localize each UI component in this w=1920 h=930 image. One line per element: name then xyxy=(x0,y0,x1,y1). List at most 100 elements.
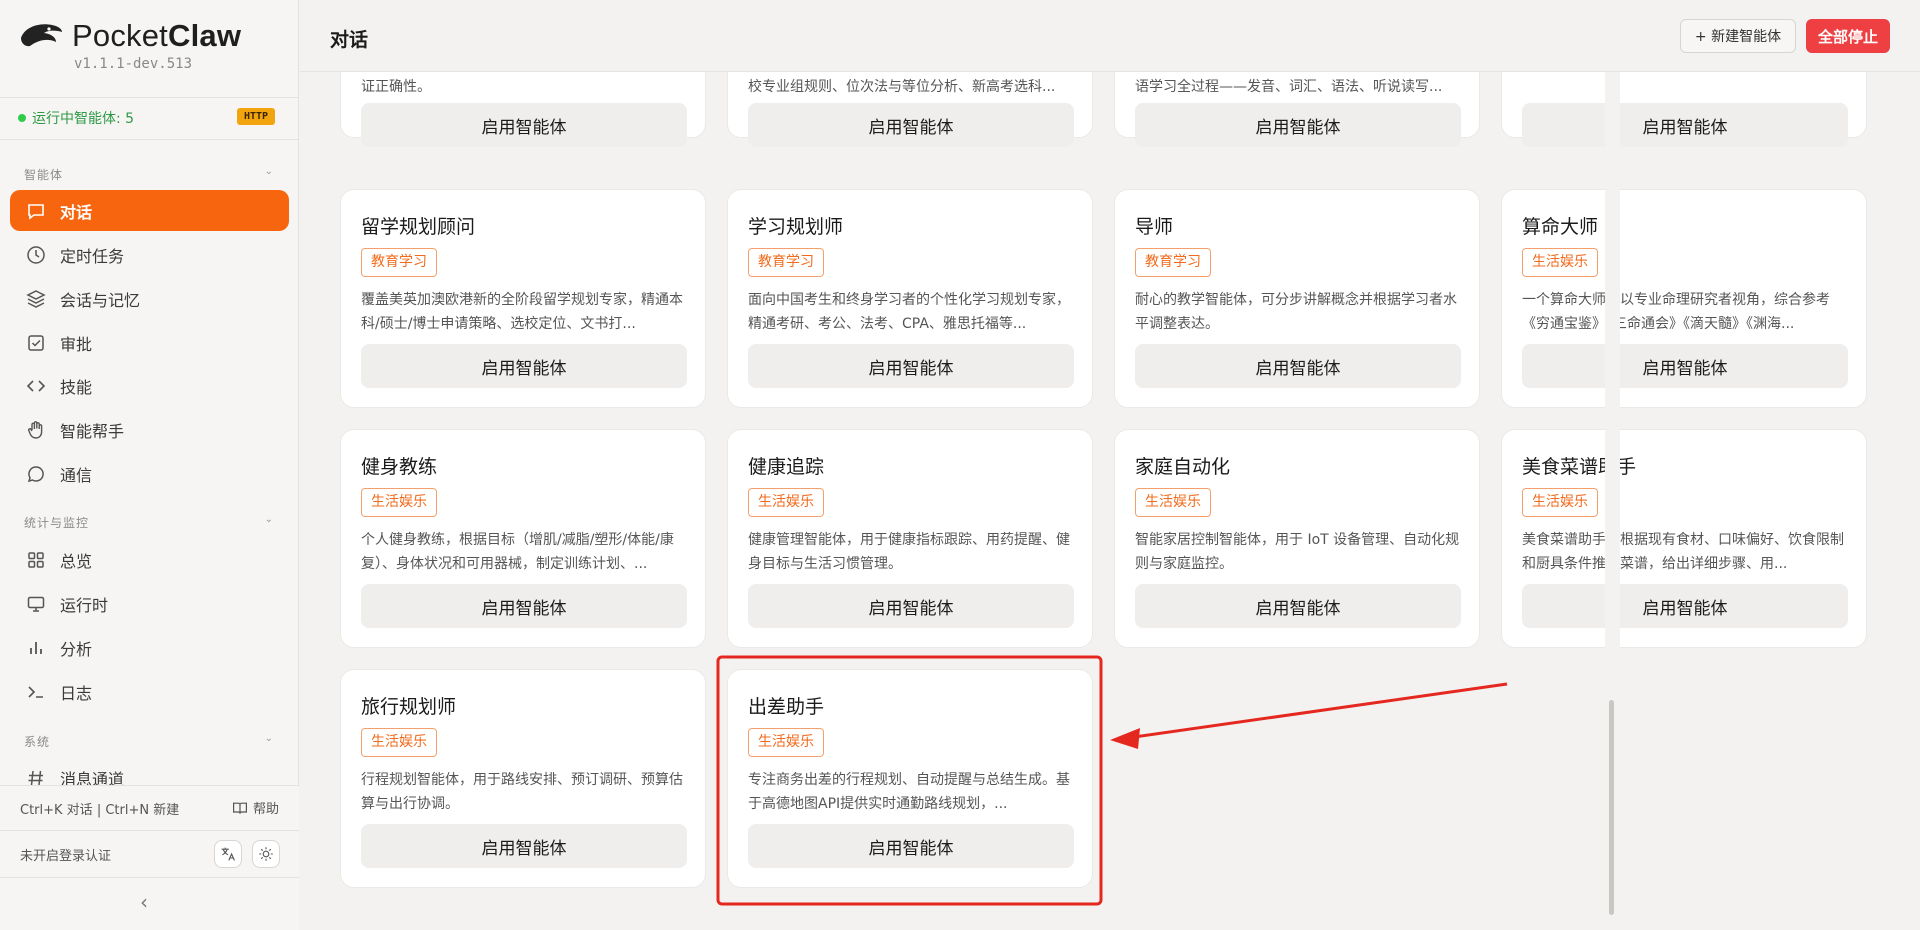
clock-icon xyxy=(27,245,45,264)
sidebar-item-analytics[interactable]: 分析 xyxy=(10,627,289,668)
category-tag: 生活娱乐 xyxy=(1135,488,1211,517)
card-description: 行程规划智能体，用于路线安排、预订调研、预算估算与出行协调。 xyxy=(361,772,683,812)
sidebar-item-skills[interactable]: 技能 xyxy=(10,365,289,406)
card-title: 算命大师 xyxy=(1522,216,1599,238)
section-label-system[interactable]: 系统 ⌄ xyxy=(24,733,274,750)
protocol-badge: HTTP xyxy=(237,108,276,125)
message-circle-icon xyxy=(27,465,44,482)
sidebar-item-smart-helper[interactable]: 智能帮手 xyxy=(10,409,289,450)
language-button[interactable] xyxy=(214,840,242,868)
enable-agent-button[interactable]: 启用智能体 xyxy=(1522,344,1848,388)
running-status: 运行中智能体: 5 xyxy=(18,108,134,128)
enable-agent-button[interactable]: 启用智能体 xyxy=(361,824,687,868)
enable-agent-button[interactable]: 启用智能体 xyxy=(1522,103,1848,147)
agent-card: 校专业组规则、位次法与等位分析、新高考选科... 启用智能体 xyxy=(727,72,1093,147)
card-description: 语学习全过程——发音、词汇、语法、听说读写... xyxy=(1135,79,1443,95)
new-agent-button[interactable]: + 新建智能体 xyxy=(1680,19,1796,53)
sidebar-item-label: 通信 xyxy=(60,465,93,485)
sidebar-item-overview[interactable]: 总览 xyxy=(10,539,289,580)
card-description: 美食菜谱助手，根据现有食材、口味偏好、饮食限制和厨具条件推荐菜谱，给出详细步骤、… xyxy=(1522,532,1844,572)
hand-icon xyxy=(28,420,43,439)
sidebar-item-label: 分析 xyxy=(60,639,93,659)
card-description: 面向中国考生和终身学习者的个性化学习规划专家，精通考研、考公、法考、CPA、雅思… xyxy=(748,292,1070,332)
section-label-stats[interactable]: 统计与监控 ⌄ xyxy=(24,514,274,531)
code-icon xyxy=(26,379,46,392)
agent-card: 健康追踪 生活娱乐 健康管理智能体，用于健康指标跟踪、用药提醒、健身目标与生活习… xyxy=(727,429,1093,648)
card-title: 出差助手 xyxy=(748,696,825,718)
category-tag: 教育学习 xyxy=(361,248,437,277)
help-link[interactable]: 帮助 xyxy=(232,798,279,817)
agent-card: 导师 教育学习 耐心的教学智能体，可分步讲解概念并根据学习者水平调整表达。 启用… xyxy=(1114,189,1480,408)
enable-agent-button[interactable]: 启用智能体 xyxy=(748,344,1074,388)
divider xyxy=(0,785,299,786)
sidebar-footer: Ctrl+K 对话 | Ctrl+N 新建 帮助 未开启登录认证 ‹ xyxy=(0,785,299,930)
chevron-down-icon: ⌄ xyxy=(264,733,274,744)
sun-icon xyxy=(259,847,273,861)
card-description: 一个算命大师，以专业命理研究者视角，综合参考《穷通宝鉴》《三命通会》《滴天髓》《… xyxy=(1522,292,1830,332)
sidebar-item-chat[interactable]: 对话 xyxy=(10,190,289,231)
card-description: 个人健身教练，根据目标（增肌/减脂/塑形/体能/康复）、身体状况和可用器械，制定… xyxy=(361,532,674,572)
category-tag: 教育学习 xyxy=(1135,248,1211,277)
bar-chart-icon xyxy=(30,641,42,654)
enable-agent-button[interactable]: 启用智能体 xyxy=(1135,344,1461,388)
brand-name: PocketClaw xyxy=(72,18,242,53)
agent-card: 证正确性。 启用智能体 xyxy=(340,72,706,147)
enable-agent-button[interactable]: 启用智能体 xyxy=(1135,584,1461,628)
enable-agent-button[interactable]: 启用智能体 xyxy=(361,103,687,147)
card-title: 健康追踪 xyxy=(748,456,825,478)
card-description: 健康管理智能体，用于健康指标跟踪、用药提醒、健身目标与生活习惯管理。 xyxy=(748,532,1070,572)
card-title: 健身教练 xyxy=(361,456,438,478)
agent-card: 健身教练 生活娱乐 个人健身教练，根据目标（增肌/减脂/塑形/体能/康复）、身体… xyxy=(340,429,706,648)
card-description: 证正确性。 xyxy=(361,79,431,95)
category-tag: 教育学习 xyxy=(748,248,824,277)
sidebar-item-scheduled-tasks[interactable]: 定时任务 xyxy=(10,234,289,275)
agent-card: 算命大师 生活娱乐 一个算命大师，以专业命理研究者视角，综合参考《穷通宝鉴》《三… xyxy=(1501,189,1867,408)
sidebar-item-approval[interactable]: 审批 xyxy=(10,322,289,363)
chat-icon xyxy=(28,203,44,220)
agent-card: 美食菜谱助手 生活娱乐 美食菜谱助手，根据现有食材、口味偏好、饮食限制和厨具条件… xyxy=(1501,429,1867,648)
card-title: 留学规划顾问 xyxy=(361,216,476,238)
enable-agent-button[interactable]: 启用智能体 xyxy=(361,344,687,388)
section-label-agents[interactable]: 智能体 ⌄ xyxy=(24,166,274,183)
agent-card: 启用智能体 xyxy=(1501,72,1867,147)
agent-grid: 证正确性。 启用智能体 校专业组规则、位次法与等位分析、新高考选科... 启用智… xyxy=(300,72,1905,930)
enable-agent-button[interactable]: 启用智能体 xyxy=(748,584,1074,628)
card-title: 学习规划师 xyxy=(748,216,844,238)
enable-agent-button[interactable]: 启用智能体 xyxy=(1135,103,1461,147)
chevron-down-icon: ⌄ xyxy=(264,166,274,177)
agent-card: 学习规划师 教育学习 面向中国考生和终身学习者的个性化学习规划专家，精通考研、考… xyxy=(727,189,1093,408)
category-tag: 生活娱乐 xyxy=(748,728,824,757)
card-title: 导师 xyxy=(1135,216,1174,238)
grid-icon xyxy=(28,551,44,568)
enable-agent-button[interactable]: 启用智能体 xyxy=(361,584,687,628)
sidebar-item-communication[interactable]: 通信 xyxy=(10,453,289,494)
status-dot-icon xyxy=(18,114,26,122)
category-tag: 生活娱乐 xyxy=(361,728,437,757)
card-title: 旅行规划师 xyxy=(361,696,457,718)
category-tag: 生活娱乐 xyxy=(748,488,824,517)
enable-agent-button[interactable]: 启用智能体 xyxy=(748,824,1074,868)
enable-agent-button[interactable]: 启用智能体 xyxy=(748,103,1074,147)
stop-all-button[interactable]: 全部停止 xyxy=(1806,19,1890,53)
card-description: 专注商务出差的行程规划、自动提醒与总结生成。基于高德地图API提供实时通勤路线规… xyxy=(748,772,1070,812)
sidebar-item-runtime[interactable]: 运行时 xyxy=(10,583,289,624)
card-description: 耐心的教学智能体，可分步讲解概念并根据学习者水平调整表达。 xyxy=(1135,292,1457,332)
sidebar-item-logs[interactable]: 日志 xyxy=(10,671,289,712)
theme-toggle-button[interactable] xyxy=(252,840,280,868)
check-square-icon xyxy=(28,334,44,351)
chevron-down-icon: ⌄ xyxy=(264,514,274,525)
category-tag: 生活娱乐 xyxy=(361,488,437,517)
scrollbar-thumb[interactable] xyxy=(1609,700,1614,915)
category-tag: 生活娱乐 xyxy=(1522,488,1598,517)
monitor-icon xyxy=(27,596,45,612)
collapse-sidebar-button[interactable]: ‹ xyxy=(140,890,148,914)
agent-card: 语学习全过程——发音、词汇、语法、听说读写... 启用智能体 xyxy=(1114,72,1480,147)
card-description: 智能家居控制智能体，用于 IoT 设备管理、自动化规则与家庭监控。 xyxy=(1135,532,1460,572)
enable-agent-button[interactable]: 启用智能体 xyxy=(1522,584,1848,628)
sidebar-item-label: 总览 xyxy=(60,551,93,571)
sidebar-item-label: 日志 xyxy=(60,683,93,703)
page-title: 对话 xyxy=(330,29,369,51)
sidebar-item-sessions-memory[interactable]: 会话与记忆 xyxy=(10,278,289,319)
pocketclaw-logo-icon xyxy=(21,24,62,47)
terminal-icon xyxy=(28,685,43,698)
